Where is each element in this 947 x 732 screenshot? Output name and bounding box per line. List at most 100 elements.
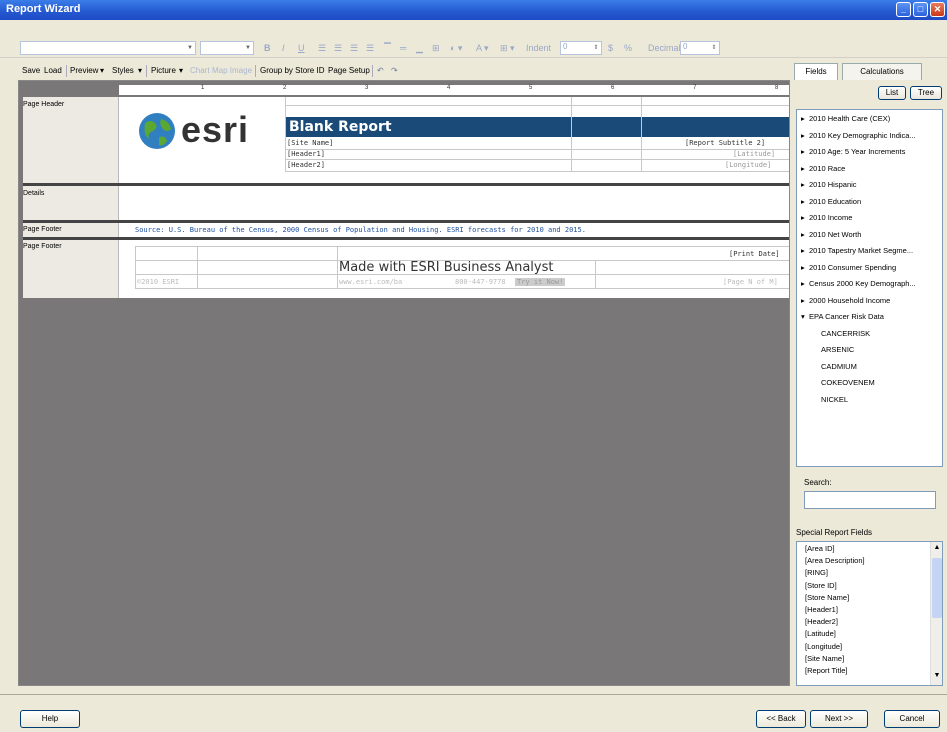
preview-button[interactable]: Preview <box>70 66 98 75</box>
styles-dropdown-icon[interactable]: ▾ <box>138 66 142 75</box>
scrollbar-thumb[interactable] <box>932 558 942 618</box>
special-field-item[interactable]: [RING] <box>805 568 828 577</box>
field-category[interactable]: 2000 Household Income <box>809 296 890 305</box>
minimize-button[interactable]: _ <box>896 2 911 17</box>
map-image-button[interactable]: Map Image <box>212 66 252 75</box>
page-footer-band[interactable]: Source: U.S. Bureau of the Census, 2000 … <box>119 223 789 237</box>
phone-text[interactable]: 800-447-9778 <box>455 278 506 286</box>
font-combo[interactable]: ▼ <box>20 41 196 55</box>
field-item[interactable]: ARSENIC <box>821 345 854 354</box>
field-category[interactable]: 2010 Key Demographic Indica... <box>809 131 916 140</box>
collapse-arrow-icon[interactable]: ▸ <box>801 180 805 189</box>
underline-button[interactable]: U <box>298 41 305 55</box>
page-header-band[interactable]: esri Blank Report [Site Name] [Report Su… <box>119 97 789 183</box>
special-field-item[interactable]: [Store ID] <box>805 581 837 590</box>
field-category[interactable]: 2010 Race <box>809 164 845 173</box>
fill-color-icon[interactable]: ◐ ▾ <box>450 41 462 55</box>
subtitle-field[interactable]: [Report Subtitle 2] <box>685 139 765 147</box>
picture-button[interactable]: Picture <box>151 66 176 75</box>
next-button[interactable]: Next >> <box>810 710 868 728</box>
scroll-up-icon[interactable]: ▲ <box>932 544 942 554</box>
currency-button[interactable]: $ <box>608 41 613 55</box>
expand-arrow-icon[interactable]: ▾ <box>801 312 805 321</box>
collapse-arrow-icon[interactable]: ▸ <box>801 197 805 206</box>
scrollbar[interactable]: ▲ ▼ <box>930 542 942 685</box>
report-design-canvas[interactable]: 1 2 3 4 5 6 7 8 Page Header esri Blank R… <box>18 80 790 686</box>
maximize-button[interactable]: □ <box>913 2 928 17</box>
page-n-field[interactable]: [Page N of M] <box>723 278 778 286</box>
site-name-field[interactable]: [Site Name] <box>287 139 333 147</box>
font-color-icon[interactable]: A ▾ <box>476 41 489 55</box>
header1-field[interactable]: [Header1] <box>287 150 325 158</box>
bold-button[interactable]: B <box>264 41 271 55</box>
tree-view-button[interactable]: Tree <box>910 86 942 100</box>
field-category[interactable]: 2010 Income <box>809 213 852 222</box>
collapse-arrow-icon[interactable]: ▸ <box>801 147 805 156</box>
website-text[interactable]: www.esri.com/ba <box>339 278 402 286</box>
field-category[interactable]: 2010 Age: 5 Year Increments <box>809 147 905 156</box>
close-button[interactable]: ✕ <box>930 2 945 17</box>
field-category[interactable]: 2010 Health Care (CEX) <box>809 114 890 123</box>
redo-icon[interactable]: ↷ <box>391 66 398 75</box>
group-by-button[interactable]: Group by Store ID <box>260 66 324 75</box>
styles-button[interactable]: Styles <box>112 66 134 75</box>
field-category[interactable]: 2010 Net Worth <box>809 230 861 239</box>
header2-field[interactable]: [Header2] <box>287 161 325 169</box>
field-item[interactable]: CADMIUM <box>821 362 857 371</box>
collapse-arrow-icon[interactable]: ▸ <box>801 164 805 173</box>
table-grid-icon[interactable]: ⊞ <box>432 41 440 55</box>
page-footer2-band[interactable]: [Print Date] Made with ESRI Business Ana… <box>119 240 789 298</box>
cancel-button[interactable]: Cancel <box>884 710 940 728</box>
chart-button[interactable]: Chart <box>190 66 210 75</box>
special-field-item[interactable]: [Area Description] <box>805 556 865 565</box>
special-field-item[interactable]: [Report Title] <box>805 666 848 675</box>
align-left-icon[interactable]: ☰ <box>318 41 326 55</box>
collapse-arrow-icon[interactable]: ▸ <box>801 131 805 140</box>
special-field-item[interactable]: [Latitude] <box>805 629 836 638</box>
align-right-icon[interactable]: ☰ <box>350 41 358 55</box>
print-date-field[interactable]: [Print Date] <box>729 250 780 258</box>
special-field-item[interactable]: [Longitude] <box>805 642 842 651</box>
latitude-field[interactable]: [Latitude] <box>733 150 775 158</box>
field-item[interactable]: NICKEL <box>821 395 848 404</box>
special-field-item[interactable]: [Header2] <box>805 617 838 626</box>
details-band[interactable] <box>119 186 789 220</box>
collapse-arrow-icon[interactable]: ▸ <box>801 246 805 255</box>
try-it-now-text[interactable]: Try it Now! <box>515 278 566 286</box>
indent-stepper[interactable]: 0 ⇕ <box>560 41 602 55</box>
save-button[interactable]: Save <box>22 66 40 75</box>
page-setup-button[interactable]: Page Setup <box>328 66 370 75</box>
decimals-stepper[interactable]: 0 ⇕ <box>680 41 720 55</box>
field-item[interactable]: CANCERRISK <box>821 329 870 338</box>
scroll-down-icon[interactable]: ▼ <box>932 672 942 682</box>
percent-button[interactable]: % <box>624 41 632 55</box>
collapse-arrow-icon[interactable]: ▸ <box>801 279 805 288</box>
fields-tree[interactable]: ▸ 2010 Health Care (CEX) ▸ 2010 Key Demogra… <box>796 109 943 467</box>
field-category[interactable]: 2010 Tapestry Market Segme... <box>809 246 913 255</box>
copyright-text[interactable]: ©2010 ESRI <box>137 278 179 286</box>
special-field-item[interactable]: [Header1] <box>805 605 838 614</box>
special-field-item[interactable]: [Store Name] <box>805 593 849 602</box>
undo-icon[interactable]: ↶ <box>377 66 384 75</box>
line-top-icon[interactable]: ▔ <box>384 41 391 55</box>
borders-icon[interactable]: ⊞ ▾ <box>500 41 515 55</box>
field-item[interactable]: COKEOVENEM <box>821 378 875 387</box>
size-combo[interactable]: ▼ <box>200 41 254 55</box>
list-view-button[interactable]: List <box>878 86 906 100</box>
picture-dropdown-icon[interactable]: ▾ <box>179 66 183 75</box>
align-center-icon[interactable]: ☰ <box>334 41 342 55</box>
italic-button[interactable]: I <box>282 41 285 55</box>
preview-dropdown-icon[interactable]: ▾ <box>100 66 104 75</box>
tab-calculations[interactable]: Calculations <box>842 63 922 80</box>
collapse-arrow-icon[interactable]: ▸ <box>801 296 805 305</box>
made-with-text[interactable]: Made with ESRI Business Analyst <box>339 260 553 275</box>
collapse-arrow-icon[interactable]: ▸ <box>801 230 805 239</box>
justify-icon[interactable]: ☰ <box>366 41 374 55</box>
source-text[interactable]: Source: U.S. Bureau of the Census, 2000 … <box>135 226 586 234</box>
back-button[interactable]: << Back <box>756 710 806 728</box>
collapse-arrow-icon[interactable]: ▸ <box>801 213 805 222</box>
longitude-field[interactable]: [Longitude] <box>725 161 771 169</box>
search-input[interactable] <box>804 491 936 509</box>
field-category[interactable]: Census 2000 Key Demograph... <box>809 279 916 288</box>
collapse-arrow-icon[interactable]: ▸ <box>801 263 805 272</box>
